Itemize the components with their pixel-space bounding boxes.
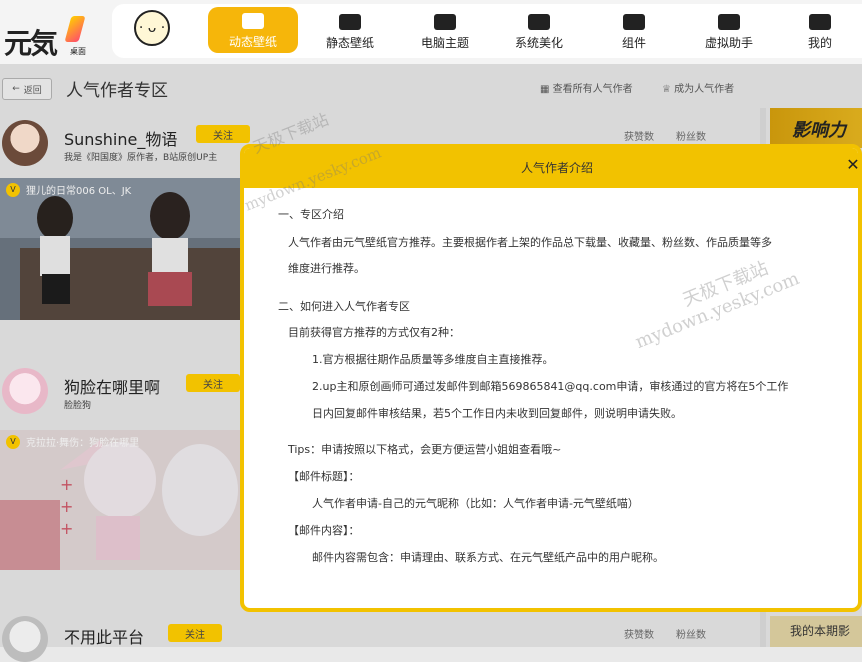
mascot-avatar-button[interactable]: · ᴗ · [134,10,170,46]
wallpaper-shade [0,430,240,570]
user-icon [809,14,831,30]
wallpaper-card[interactable]: + + + V 克拉拉·舞伤：狗脸在哪里 [0,430,240,570]
nav-label: 组件 [621,36,646,50]
view-all-label: 查看所有人气作者 [552,84,633,95]
author-intro-dialog: 人气作者介绍 ✕ 一、专区介绍 人气作者由元气壁纸官方推荐。主要根据作者上架的作… [240,144,862,612]
fans-stat-label: 粉丝数 [676,132,706,143]
method-2-cont: 日内回复邮件审核结果，若5个工作日内未收到回复邮件，则说明申请失败。 [312,407,682,420]
mail-body-label: 【邮件内容】： [288,524,360,537]
section1-heading: 一、专区介绍 [278,208,344,221]
widget-icon [623,14,645,30]
close-icon[interactable]: ✕ [844,156,858,174]
section2-intro: 目前获得官方推荐的方式仅有2种： [288,326,460,339]
badge-icon: ♕ [662,84,675,95]
image-icon [339,14,361,30]
section1-paragraph: 人气作者由元气壁纸官方推荐。主要根据作者上架的作品总下载量、收藏量、粉丝数、作品… [288,236,772,249]
author-name[interactable]: Sunshine_物语 [64,126,177,150]
nav-dynamic-wallpaper[interactable]: 动态壁纸 [208,7,298,53]
follow-button[interactable]: 关注 [186,374,240,392]
vip-badge-icon: V [6,182,20,197]
influence-banner[interactable]: 影响力 [770,108,862,148]
flower-icon [528,14,550,30]
follow-button[interactable]: 关注 [168,624,222,642]
wallpaper-card[interactable]: V 狸儿的日常006 OL、JK [0,178,240,320]
method-2: 2.up主和原创画师可通过发邮件到邮箱569865841@qq.com申请，审核… [312,380,789,393]
view-all-authors-link[interactable]: ▦ 查看所有人气作者 [540,80,633,95]
nav-label: 我的 [807,36,832,50]
wallpaper-shade [0,178,240,320]
mail-title-label: 【邮件标题】： [288,470,360,483]
nav-label: 系统美化 [514,36,563,50]
nav-label: 动态壁纸 [228,35,277,49]
likes-stat-label: 获赞数 [624,132,654,143]
vip-badge-icon: V [6,434,20,449]
author-name[interactable]: 不用此平台 [64,624,144,648]
author-description: 我是《阳国度》原作者，B站原创UP主 [64,153,218,163]
dialog-title: 人气作者介绍 [520,161,593,175]
follow-button[interactable]: 关注 [196,125,250,143]
nav-label: 静态壁纸 [325,36,374,50]
back-label: 返回 [23,85,42,96]
nav-label: 虚拟助手 [704,36,753,50]
app-logo[interactable]: 元気 桌面 [2,10,102,60]
likes-stat-label: 获赞数 [624,630,654,641]
wallpaper-title: 狸儿的日常006 OL、JK [26,186,132,197]
mail-body-text: 邮件内容需包含：申请理由、联系方式、在元气壁纸产品中的用户昵称。 [312,551,664,564]
smiley-face-icon: · ᴗ · [138,20,166,36]
play-icon [242,13,264,29]
tips-text: Tips：申请按照以下格式，会更方便运营小姐姐查看哦~ [288,443,562,456]
influence-banner-text: 影响力 [792,120,846,141]
logo-mark-icon [64,16,86,42]
page-title: 人气作者专区 [66,81,168,101]
author-row: 不用此平台 关注 获赞数 粉丝数 [0,606,760,662]
method-1: 1.官方根据往期作品质量等多维度自主直接推荐。 [312,353,554,366]
logo-subtext: 桌面 [70,47,86,56]
wallpaper-label: V 狸儿的日常006 OL、JK [6,182,131,197]
wallpaper-label: V 克拉拉·舞伤：狗脸在哪里 [6,434,139,449]
paw-icon [718,14,740,30]
section1-paragraph-cont: 维度进行推荐。 [288,262,365,275]
author-avatar[interactable] [2,616,48,662]
section2-heading: 二、如何进入人气作者专区 [278,300,410,313]
back-arrow-icon: ← [12,84,20,94]
top-bar: 元気 桌面 · ᴗ · 动态壁纸 静态壁纸 电脑主题 系统美化 组件 虚拟助手 … [0,0,862,64]
become-author-link[interactable]: ♕ 成为人气作者 [662,80,734,95]
shirt-icon [434,14,456,30]
become-author-label: 成为人气作者 [674,84,735,95]
author-name[interactable]: 狗脸在哪里啊 [64,374,160,398]
wallpaper-title: 克拉拉·舞伤：狗脸在哪里 [26,438,140,449]
nav-pc-theme[interactable]: 电脑主题 [400,8,490,54]
author-avatar[interactable] [2,120,48,166]
logo-text: 元気 [4,27,58,60]
nav-mine[interactable]: 我的 [778,8,862,54]
back-button[interactable]: ← 返回 [2,78,52,100]
nav-label: 电脑主题 [420,36,469,50]
my-influence-text: 我的本期影 [790,624,851,638]
nav-system-beautify[interactable]: 系统美化 [494,8,584,54]
nav-virtual-assistant[interactable]: 虚拟助手 [684,8,774,54]
author-avatar[interactable] [2,368,48,414]
grid-icon: ▦ [540,84,553,95]
my-influence-panel[interactable]: 我的本期影 [770,616,862,647]
fans-stat-label: 粉丝数 [676,630,706,641]
nav-static-wallpaper[interactable]: 静态壁纸 [305,8,395,54]
mail-title-example: 人气作者申请-自己的元气昵称（比如：人气作者申请-元气壁纸喵） [312,497,639,510]
author-description: 脸脸狗 [64,401,92,411]
nav-widgets[interactable]: 组件 [589,8,679,54]
